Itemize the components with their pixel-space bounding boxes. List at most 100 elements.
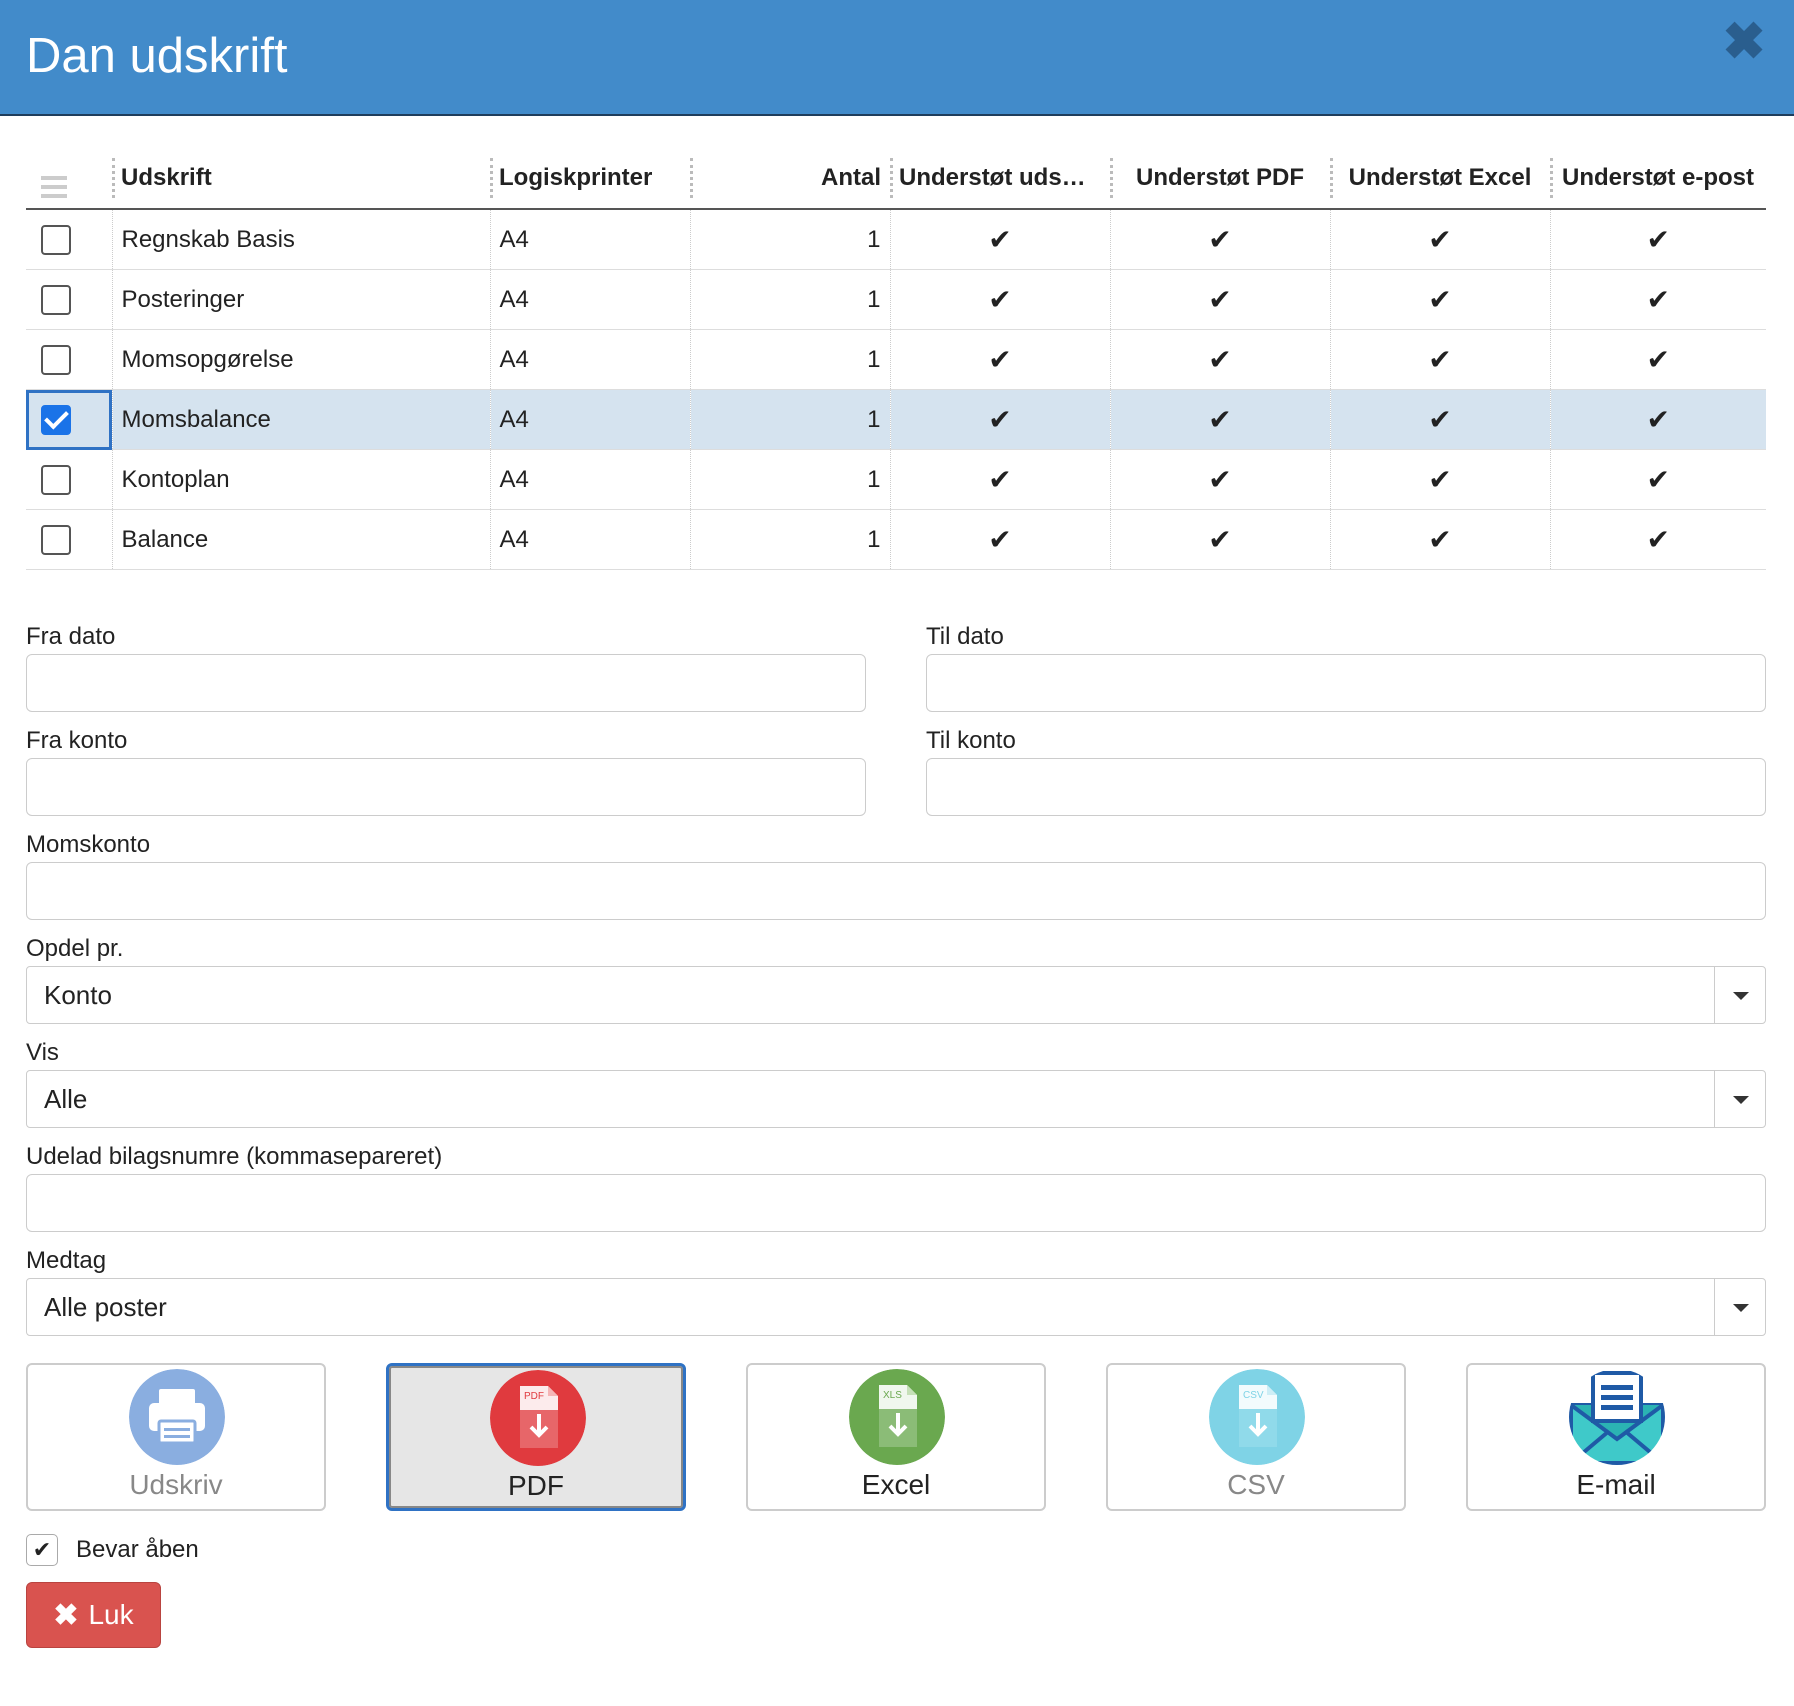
opdel-field: Opdel pr. Konto [26, 932, 1766, 1024]
udelad-field: Udelad bilagsnumre (kommasepareret) [26, 1140, 1766, 1232]
xls-badge: XLS [883, 1390, 902, 1401]
col-header-understot-udskrift[interactable]: Understøt uds… [890, 148, 1110, 210]
fra-konto-input[interactable] [26, 758, 866, 816]
check-icon: ✔ [1208, 464, 1232, 495]
cell-antal: 1 [689, 509, 890, 570]
momskonto-input[interactable] [26, 862, 1766, 920]
envelope-icon [1569, 1371, 1665, 1465]
table-row[interactable]: Momsopgørelse A4 1 ✔ ✔ ✔ ✔ [26, 329, 1766, 390]
close-button-label: Luk [88, 1599, 134, 1630]
udskriv-label: Udskriv [129, 1469, 223, 1500]
til-dato-field: Til dato [926, 620, 1766, 712]
opdel-select[interactable]: Konto [26, 966, 1766, 1024]
vis-value: Alle [44, 1084, 88, 1114]
check-icon: ✔ [1428, 464, 1452, 495]
cell-udskrift: Regnskab Basis [111, 209, 490, 270]
excel-button[interactable]: XLS Excel [746, 1363, 1046, 1511]
vis-select[interactable]: Alle [26, 1070, 1766, 1128]
table-row[interactable]: Kontoplan A4 1 ✔ ✔ ✔ ✔ [26, 449, 1766, 510]
table-row[interactable]: Regnskab Basis A4 1 ✔ ✔ ✔ ✔ [26, 209, 1766, 270]
cell-antal: 1 [689, 209, 890, 270]
til-dato-input[interactable] [926, 654, 1766, 712]
email-button[interactable]: E-mail [1466, 1363, 1766, 1511]
email-label: E-mail [1576, 1469, 1656, 1500]
check-icon: ✔ [988, 524, 1012, 555]
cell-udskrift: Posteringer [111, 269, 490, 330]
check-icon: ✔ [988, 224, 1012, 255]
check-icon: ✔ [1428, 344, 1452, 375]
row-checkbox[interactable] [41, 524, 71, 555]
col-header-understot-pdf[interactable]: Understøt PDF [1110, 148, 1330, 210]
col-header-understot-excel[interactable]: Understøt Excel [1330, 148, 1550, 210]
check-icon: ✔ [1428, 284, 1452, 315]
fra-dato-label: Fra dato [26, 623, 116, 650]
fra-konto-label: Fra konto [26, 727, 128, 754]
udskriv-button[interactable]: Udskriv [26, 1363, 326, 1511]
row-checkbox[interactable] [41, 224, 71, 255]
chevron-down-icon[interactable] [1714, 1071, 1765, 1127]
keep-open-option[interactable]: ✔ Bevar åben [26, 1533, 199, 1567]
til-konto-input[interactable] [926, 758, 1766, 816]
row-checkbox-checked[interactable] [41, 404, 71, 435]
row-checkbox[interactable] [41, 344, 71, 375]
cell-printer: A4 [489, 389, 690, 450]
col-header-udskrift[interactable]: Udskrift [112, 148, 490, 210]
close-button[interactable]: ✖ Luk [26, 1582, 161, 1648]
check-icon: ✔ [1208, 224, 1232, 255]
til-konto-label: Til konto [926, 727, 1016, 754]
col-header-understot-epost[interactable]: Understøt e-post [1550, 148, 1766, 210]
col-header-logiskprinter[interactable]: Logiskprinter [490, 148, 690, 210]
table-row[interactable]: Posteringer A4 1 ✔ ✔ ✔ ✔ [26, 269, 1766, 330]
col-header-antal[interactable]: Antal [690, 148, 890, 210]
cell-antal: 1 [689, 449, 890, 510]
check-icon: ✔ [1646, 464, 1670, 495]
check-icon: ✔ [1646, 524, 1670, 555]
pdf-button[interactable]: PDF PDF [386, 1363, 686, 1511]
row-select[interactable] [26, 509, 112, 570]
fra-dato-input[interactable] [26, 654, 866, 712]
cell-antal: 1 [689, 389, 890, 450]
udelad-input[interactable] [26, 1174, 1766, 1232]
row-select[interactable] [26, 449, 112, 510]
csv-icon: CSV [1209, 1369, 1305, 1465]
check-icon: ✔ [988, 344, 1012, 375]
fra-dato-field: Fra dato [26, 620, 866, 712]
check-icon: ✔ [988, 284, 1012, 315]
csv-button[interactable]: CSV CSV [1106, 1363, 1406, 1511]
keep-open-checkbox[interactable]: ✔ [26, 1534, 58, 1566]
cell-printer: A4 [489, 269, 690, 330]
check-icon: ✔ [1646, 344, 1670, 375]
cell-antal: 1 [689, 269, 890, 330]
row-select[interactable] [26, 209, 112, 270]
check-icon: ✔ [1428, 524, 1452, 555]
close-x-icon: ✖ [53, 1598, 79, 1632]
medtag-value: Alle poster [44, 1292, 167, 1322]
printer-icon [129, 1369, 225, 1465]
csv-label: CSV [1227, 1469, 1285, 1500]
row-select[interactable] [26, 389, 112, 450]
cell-udskrift: Balance [111, 509, 490, 570]
report-grid: Udskrift Logiskprinter Antal Understøt u… [26, 148, 1766, 570]
row-select[interactable] [26, 329, 112, 390]
check-icon: ✔ [1428, 404, 1452, 435]
check-icon: ✔ [1208, 404, 1232, 435]
cell-printer: A4 [489, 509, 690, 570]
list-icon [41, 175, 67, 198]
check-icon: ✔ [1208, 284, 1232, 315]
row-checkbox[interactable] [41, 284, 71, 315]
check-icon: ✔ [988, 464, 1012, 495]
row-select[interactable] [26, 269, 112, 330]
row-checkbox[interactable] [41, 464, 71, 495]
chevron-down-icon[interactable] [1714, 967, 1765, 1023]
medtag-select[interactable]: Alle poster [26, 1278, 1766, 1336]
column-chooser[interactable] [26, 148, 112, 210]
chevron-down-icon[interactable] [1714, 1279, 1765, 1335]
medtag-label: Medtag [26, 1247, 107, 1274]
close-icon[interactable]: ✖ [1716, 14, 1772, 70]
table-row-selected[interactable]: Momsbalance A4 1 ✔ ✔ ✔ ✔ [26, 389, 1766, 450]
til-dato-label: Til dato [926, 623, 1004, 650]
check-icon: ✔ [1646, 224, 1670, 255]
table-row[interactable]: Balance A4 1 ✔ ✔ ✔ ✔ [26, 509, 1766, 570]
cell-udskrift: Momsbalance [111, 389, 490, 450]
dialog-header: Dan udskrift ✖ [0, 0, 1794, 116]
